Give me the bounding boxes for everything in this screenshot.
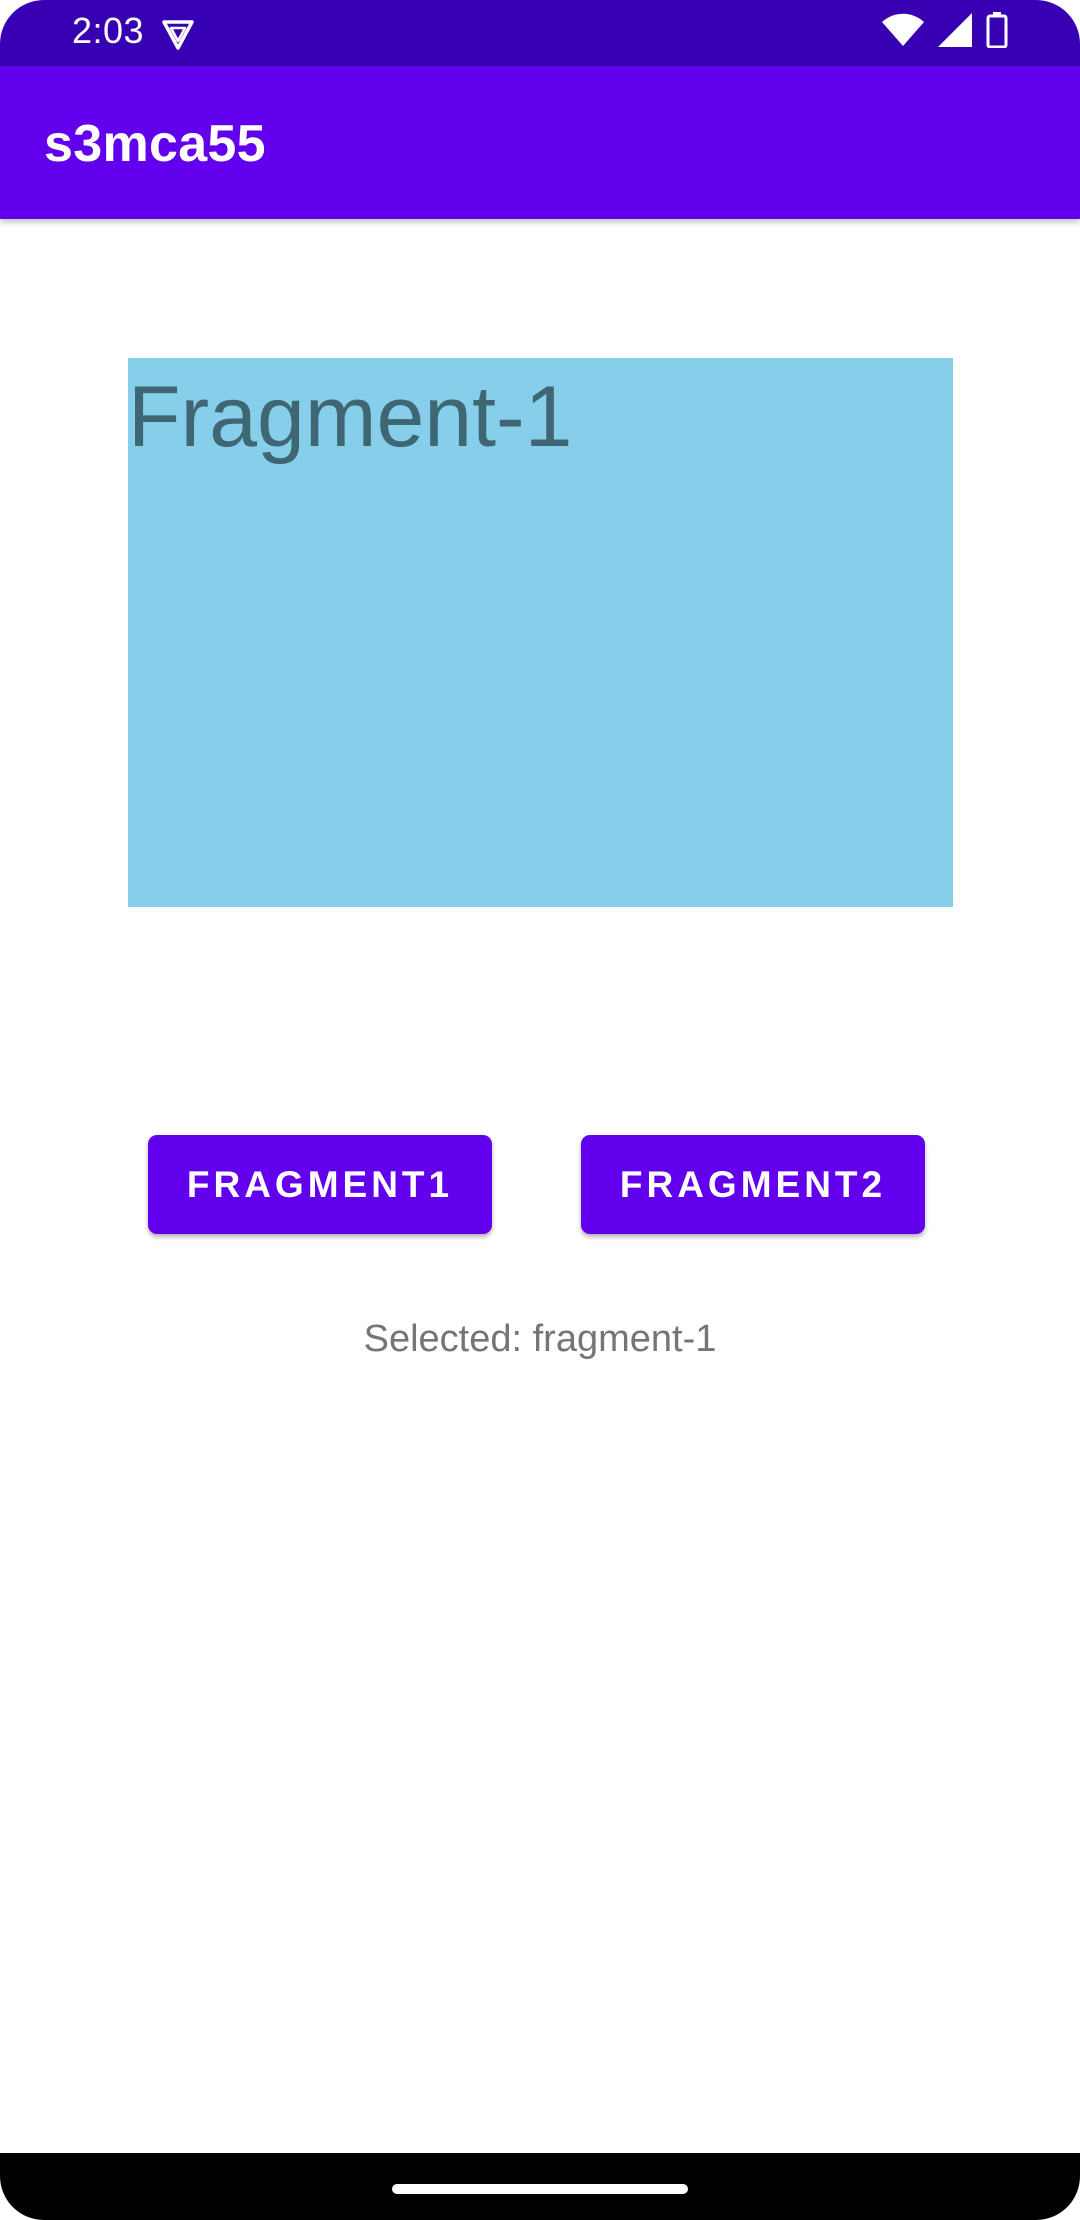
fragment1-button[interactable]: FRAGMENT1 <box>148 1135 492 1234</box>
vpn-key-icon <box>160 16 196 52</box>
home-handle[interactable] <box>392 2184 688 2194</box>
app-bar: s3mca55 <box>0 66 1080 219</box>
app-screen: 2:03 s3mca55 Fragment-1 FRAGMENT1 FRAGME… <box>0 0 1080 2220</box>
fragment-container: Fragment-1 <box>128 358 953 907</box>
battery-icon <box>986 11 1008 53</box>
status-icons <box>882 11 1008 53</box>
fragment2-button[interactable]: FRAGMENT2 <box>581 1135 925 1234</box>
app-title: s3mca55 <box>44 115 266 173</box>
status-bar: 2:03 <box>0 0 1080 66</box>
selected-status-text: Selected: fragment-1 <box>363 1318 717 1360</box>
navigation-bar <box>0 2153 1080 2220</box>
fragment-label: Fragment-1 <box>128 369 573 465</box>
wifi-icon <box>882 13 924 52</box>
cellular-signal-icon <box>938 12 972 52</box>
status-time: 2:03 <box>72 10 145 51</box>
